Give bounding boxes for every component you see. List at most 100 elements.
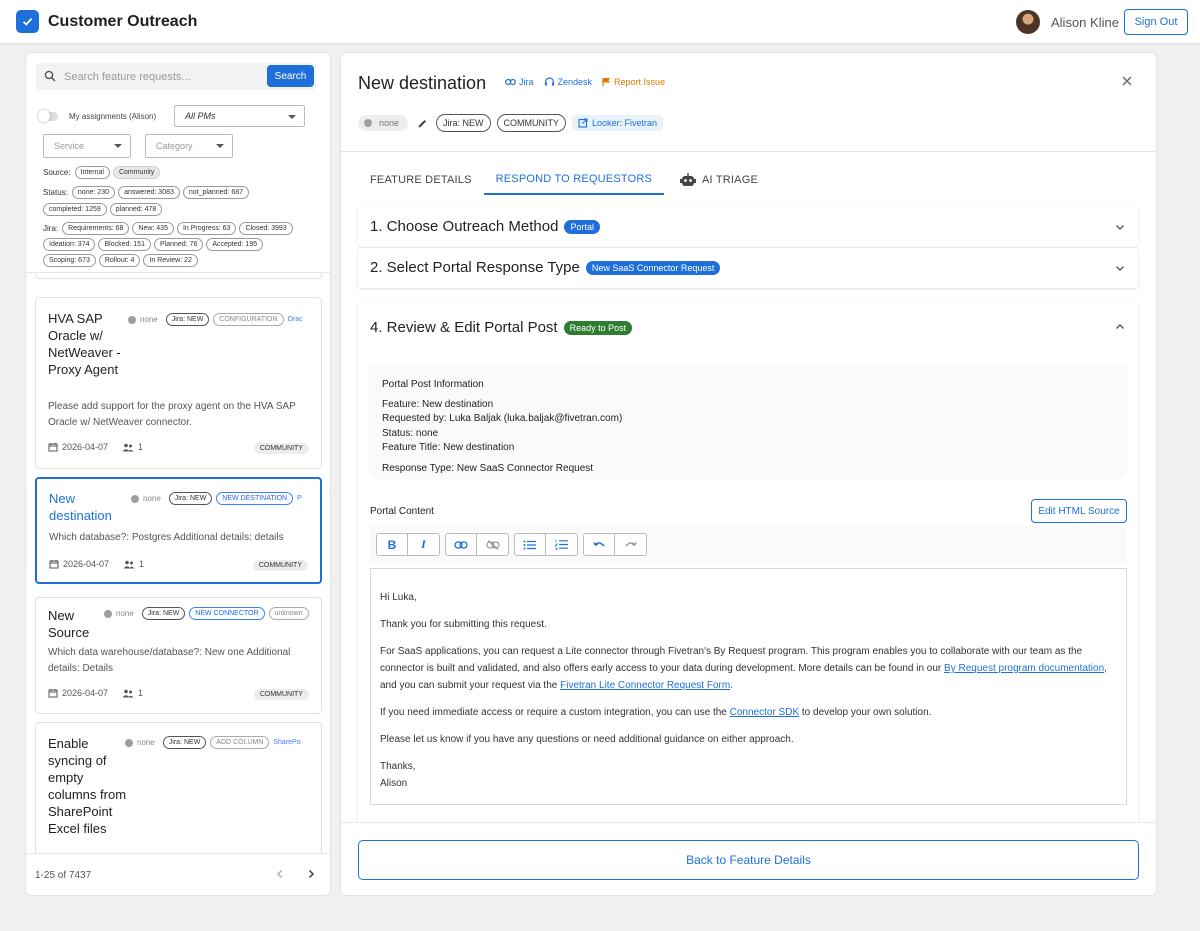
service-tag: SharePo [273, 739, 301, 746]
unlink-button[interactable] [477, 534, 508, 555]
jira-chip[interactable]: Blocked: 151 [98, 238, 151, 251]
link-button[interactable] [446, 534, 477, 555]
step-select-portal-response-type[interactable]: 2. Select Portal Response Type New SaaS … [358, 248, 1138, 288]
unlink-icon [485, 539, 500, 550]
edit-html-source-button[interactable]: Edit HTML Source [1031, 499, 1127, 523]
list-item[interactable]: New Source none Jira: NEW NEW CONNECTOR … [35, 597, 322, 714]
status-chip[interactable]: answered: 3083 [118, 186, 180, 199]
redo-button[interactable] [615, 534, 646, 555]
card-footer: 2026-04-07 1 [49, 559, 144, 569]
status-chip[interactable]: none: 230 [71, 186, 116, 199]
italic-button[interactable]: I [408, 534, 439, 555]
source-chip-internal[interactable]: Internal [74, 166, 110, 179]
jira-chip[interactable]: Rollout: 4 [98, 254, 141, 267]
jira-chip[interactable]: New: 435 [132, 222, 174, 235]
report-issue-label: Report Issue [614, 77, 666, 87]
list-item[interactable] [35, 273, 322, 279]
tab-respond-to-requestors[interactable]: RESPOND TO REQUESTORS [483, 165, 665, 195]
requestor-count: 1 [122, 442, 143, 452]
link-group [445, 533, 509, 556]
back-to-feature-details-button[interactable]: Back to Feature Details [358, 840, 1139, 880]
jira-filter-row2: Ideation: 374 Blocked: 151 Planned: 76 A… [43, 238, 266, 251]
list-item[interactable]: Enable syncing of empty columns from Sha… [35, 722, 322, 853]
chevron-down-icon[interactable] [1114, 262, 1126, 274]
source-badge: COMMUNITY [253, 689, 309, 700]
status-value: none [379, 118, 400, 128]
zendesk-link[interactable]: Zendesk [544, 77, 592, 87]
status-chip[interactable]: not_planned: 687 [182, 186, 249, 199]
service-select[interactable]: Service [43, 134, 131, 158]
close-icon[interactable] [1121, 75, 1133, 87]
avatar[interactable] [1016, 10, 1040, 34]
sign-out-button[interactable]: Sign Out [1124, 9, 1188, 35]
editor-signature: Alison [380, 778, 408, 789]
numbered-list-button[interactable] [546, 534, 577, 555]
editor-toolbar: B I [370, 526, 1126, 563]
jira-chip[interactable]: Closed: 3993 [239, 222, 293, 235]
chevron-right-icon[interactable] [305, 868, 317, 880]
undo-button[interactable] [584, 534, 615, 555]
status-filter: Status: none: 230 answered: 3083 not_pla… [43, 186, 252, 199]
card-title: New destination [49, 491, 112, 523]
tab-ai-triage[interactable]: AI TRIAGE [668, 165, 770, 195]
list-item-selected[interactable]: New destination none Jira: NEW NEW DESTI… [35, 477, 322, 584]
card-title: New Source [48, 608, 90, 640]
portal-content-editor[interactable]: Hi Luka, Thank you for submitting this r… [370, 568, 1127, 805]
pencil-icon[interactable] [417, 118, 428, 129]
source-chip-community[interactable]: Community [112, 166, 161, 179]
looker-link[interactable]: Looker: Fivetran [572, 115, 664, 131]
search-input[interactable] [64, 63, 254, 90]
list-group [514, 533, 578, 556]
bold-button[interactable]: B [377, 534, 408, 555]
jira-link-label: Jira [519, 77, 534, 87]
outreach-method-badge: Portal [564, 219, 600, 234]
card-title: HVA SAP Oracle w/ NetWeaver - Proxy Agen… [48, 311, 121, 377]
status-dot-icon [128, 315, 136, 324]
external-link-icon [578, 118, 588, 128]
count-value: 1 [138, 688, 144, 698]
status-dot-icon [131, 494, 139, 503]
jira-link[interactable]: Jira [505, 77, 534, 87]
bullet-list-button[interactable] [515, 534, 546, 555]
by-request-docs-link[interactable]: By Request program documentation [944, 663, 1104, 674]
undo-icon [593, 542, 605, 547]
step-choose-outreach-method[interactable]: 1. Choose Outreach Method Portal [358, 207, 1138, 247]
jira-chip[interactable]: Scoping: 673 [43, 254, 96, 267]
checkbox-logo-icon [16, 10, 39, 33]
connector-sdk-link[interactable]: Connector SDK [730, 707, 799, 718]
status-dot-icon [104, 609, 112, 618]
report-issue-link[interactable]: Report Issue [602, 77, 665, 87]
pm-select-value: All PMs [185, 111, 216, 121]
pm-select[interactable]: All PMs [174, 105, 305, 127]
jira-chip[interactable]: Planned: 76 [153, 238, 204, 251]
calendar-icon [48, 689, 58, 698]
search-button[interactable]: Search [267, 65, 314, 87]
card-date: 2026-04-07 [63, 559, 110, 569]
feature-request-list-panel: Search My assignments (Alison) All PMs S… [25, 52, 331, 896]
card-footer: 2026-04-07 1 [48, 442, 143, 452]
category-select[interactable]: Category [145, 134, 233, 158]
jira-chip[interactable]: Accepted: 195 [206, 238, 264, 251]
status-chip[interactable]: planned: 478 [109, 203, 163, 216]
jira-chip[interactable]: Requirements: 68 [62, 222, 130, 235]
step-header[interactable]: 4. Review & Edit Portal Post Ready to Po… [370, 319, 633, 336]
chevron-up-icon[interactable] [1114, 321, 1126, 333]
jira-chip[interactable]: In Review: 22 [143, 254, 198, 267]
tab-feature-details[interactable]: FEATURE DETAILS [358, 165, 484, 195]
status-dot-icon [125, 738, 133, 747]
chevron-down-icon[interactable] [1114, 221, 1126, 233]
status-chip[interactable]: completed: 1259 [43, 203, 107, 216]
card-status: none [143, 494, 161, 503]
category-tag: ADD COLUMN [210, 736, 270, 749]
status-pill: none [358, 115, 409, 131]
list-item[interactable]: HVA SAP Oracle w/ NetWeaver - Proxy Agen… [35, 297, 322, 469]
my-assignments-toggle[interactable] [38, 110, 58, 122]
lite-connector-form-link[interactable]: Fivetran Lite Connector Request Form [560, 680, 730, 691]
card-title: Enable syncing of empty columns from Sha… [48, 736, 127, 836]
service-tag: P [297, 495, 302, 502]
chevron-left-icon[interactable] [274, 868, 286, 880]
jira-status-pill: Jira: NEW [436, 114, 491, 132]
editor-text: If you need immediate access or require … [380, 707, 730, 718]
jira-chip[interactable]: In Progress: 63 [176, 222, 237, 235]
jira-chip[interactable]: Ideation: 374 [43, 238, 96, 251]
